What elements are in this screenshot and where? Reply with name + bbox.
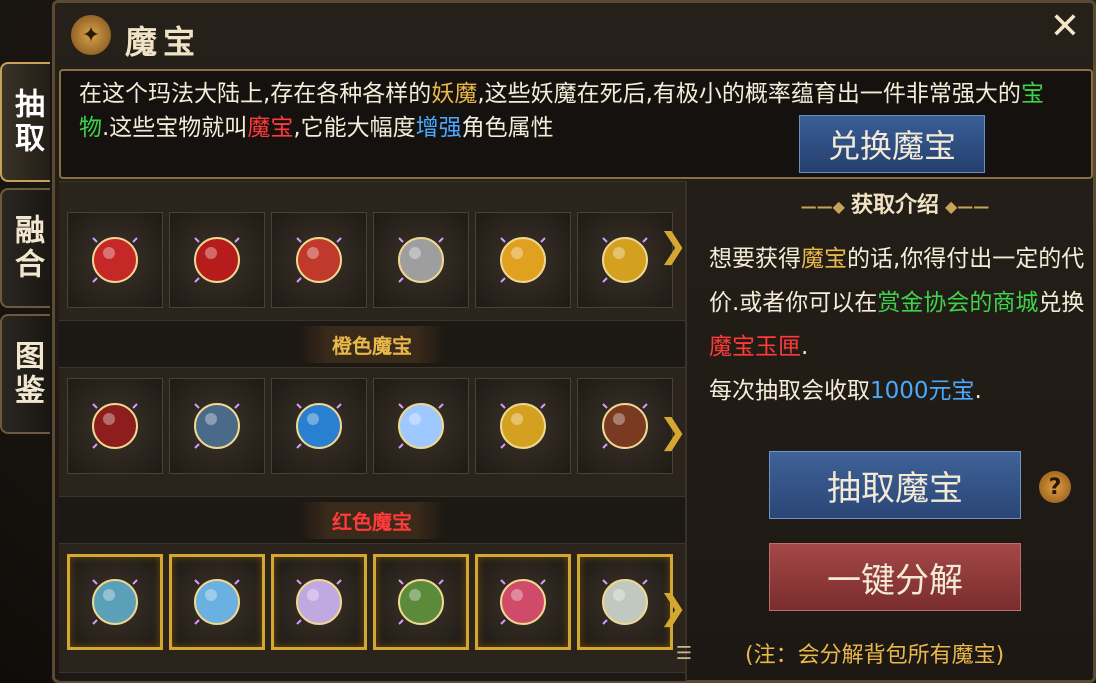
eye-icon[interactable] <box>67 554 163 650</box>
item-glyph <box>602 579 648 625</box>
text-segment: 增强 <box>415 115 462 141</box>
item-glyph <box>500 237 546 283</box>
red-trinket-icon[interactable] <box>169 212 265 308</box>
tab-fusion-label: 融合 <box>9 214 44 282</box>
acquire-description: 想要获得魔宝的话,你得付出一定的代价.或者你可以在赏金协会的商城兑换魔宝玉匣. <box>709 237 1085 369</box>
close-icon[interactable]: ✕ <box>1045 7 1085 47</box>
horse-coin-icon[interactable] <box>475 378 571 474</box>
info-title-text: 获取介绍 <box>850 193 939 218</box>
tab-extract[interactable]: 抽取 <box>0 62 50 182</box>
text-segment: . <box>801 334 809 360</box>
section-title-orange: 橙色魔宝 <box>298 325 446 363</box>
sword-icon[interactable] <box>373 212 469 308</box>
item-glyph <box>194 579 240 625</box>
info-title: ——◆ 获取介绍 ◆—— <box>695 187 1095 219</box>
text-segment: 魔宝玉匣 <box>709 334 801 360</box>
acquire-info-panel: ——◆ 获取介绍 ◆—— 想要获得魔宝的话,你得付出一定的代价.或者你可以在赏金协会… <box>695 181 1095 681</box>
text-segment: 在这个玛法大陆上,存在各种各样的 <box>79 81 432 107</box>
section-header-orange: 橙色魔宝 <box>59 321 685 367</box>
item-glyph <box>92 237 138 283</box>
rose-icon[interactable] <box>475 554 571 650</box>
text-segment: 妖魔 <box>431 81 478 107</box>
chain-icon[interactable] <box>169 378 265 474</box>
item-glyph <box>398 403 444 449</box>
draw-mobao-button[interactable]: 抽取魔宝 <box>769 451 1021 519</box>
tab-collection-label: 图鉴 <box>9 340 44 408</box>
mobao-list: ❯ 橙色魔宝 ❯ 红色魔宝 ❯ <box>59 181 687 681</box>
tab-collection[interactable]: 图鉴 <box>0 314 50 434</box>
section-title-red: 红色魔宝 <box>298 501 446 539</box>
text-segment: ,这些妖魔在死后,有极小的概率蕴育出一件非常强大的 <box>477 81 1021 107</box>
red-shield-icon[interactable] <box>271 212 367 308</box>
item-glyph <box>500 403 546 449</box>
jade-box-icon[interactable] <box>373 554 469 650</box>
item-glyph <box>92 579 138 625</box>
chevron-right-icon[interactable]: ❯ <box>659 584 685 632</box>
text-segment: 想要获得 <box>709 246 801 272</box>
draw-cost-text: 每次抽取会收取1000元宝. <box>709 371 982 405</box>
item-glyph <box>296 237 342 283</box>
cost-value: 1000元宝 <box>870 378 975 404</box>
item-glyph <box>398 237 444 283</box>
panel-title: 魔宝 <box>125 23 202 61</box>
item-glyph <box>296 579 342 625</box>
crystal-icon[interactable] <box>169 554 265 650</box>
item-glyph <box>398 579 444 625</box>
text-segment: .这些宝物就叫 <box>102 115 248 141</box>
shell-icon[interactable] <box>271 554 367 650</box>
item-row-orange: ❯ <box>59 367 685 497</box>
chevron-right-icon[interactable]: ❯ <box>659 222 685 270</box>
text-segment: 赏金协会的商城 <box>877 290 1039 316</box>
item-glyph <box>194 403 240 449</box>
cost-prefix: 每次抽取会收取 <box>709 378 870 404</box>
item-glyph <box>602 237 648 283</box>
item-row-red: ❯ <box>59 543 685 673</box>
golden-hammer-icon[interactable] <box>475 212 571 308</box>
item-glyph <box>194 237 240 283</box>
item-glyph <box>92 403 138 449</box>
text-segment: 魔宝 <box>247 115 294 141</box>
chevron-right-icon[interactable]: ❯ <box>659 408 685 456</box>
heart-icon[interactable] <box>67 378 163 474</box>
tab-fusion[interactable]: 融合 <box>0 188 50 308</box>
scroll-handle-icon[interactable]: ☰ <box>673 643 695 683</box>
divider-ornament-icon: ◆—— <box>945 197 990 216</box>
demon-emblem-icon: ✦ <box>71 15 111 55</box>
item-glyph <box>602 403 648 449</box>
mobao-panel: ✦ 魔宝 ✕ 在这个玛法大陆上,存在各种各样的妖魔,这些妖魔在死后,有极小的概率… <box>52 0 1096 683</box>
item-row-purple: ❯ <box>59 181 685 321</box>
text-segment: 角色属性 <box>461 115 554 141</box>
help-icon[interactable]: ? <box>1039 471 1071 503</box>
side-tab-bar: 抽取 融合 图鉴 <box>0 62 52 440</box>
item-glyph <box>500 579 546 625</box>
blue-potion-icon[interactable] <box>271 378 367 474</box>
decompose-note: (注：会分解背包所有魔宝) <box>745 643 1005 668</box>
tab-extract-label: 抽取 <box>9 88 44 156</box>
exchange-mobao-button[interactable]: 兑换魔宝 <box>799 115 985 173</box>
one-click-decompose-button[interactable]: 一键分解 <box>769 543 1021 611</box>
cost-suffix: . <box>974 378 982 404</box>
section-header-red: 红色魔宝 <box>59 497 685 543</box>
divider-ornament-icon: ——◆ <box>800 197 845 216</box>
firecracker-icon[interactable] <box>67 212 163 308</box>
text-segment: 兑换 <box>1038 290 1085 316</box>
item-glyph <box>296 403 342 449</box>
text-segment: ,它能大幅度 <box>293 115 416 141</box>
ice-flower-icon[interactable] <box>373 378 469 474</box>
text-segment: 魔宝 <box>801 246 847 272</box>
title-bar: ✦ 魔宝 ✕ <box>55 3 1093 67</box>
